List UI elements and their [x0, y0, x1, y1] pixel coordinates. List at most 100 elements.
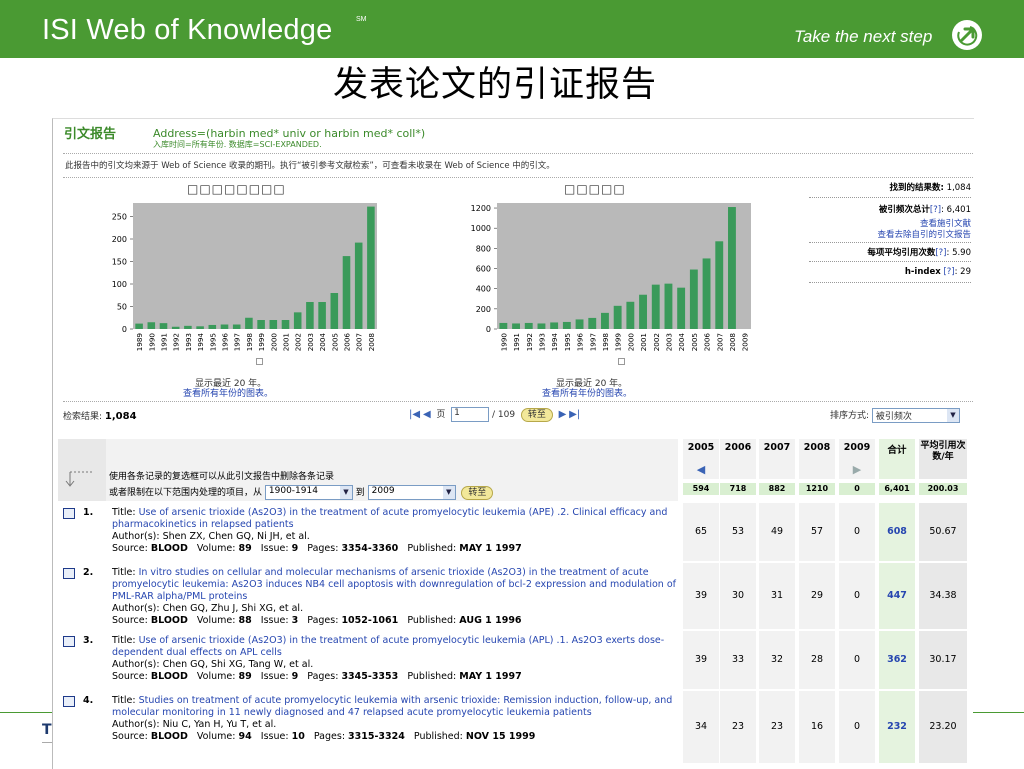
record-checkbox[interactable]	[63, 696, 75, 707]
record-number: 4.	[83, 695, 94, 706]
year-citation-count: 31	[770, 590, 784, 601]
record-checkbox[interactable]	[63, 636, 75, 647]
avg-col-header: 平均引用次数/年	[920, 441, 966, 462]
bar	[269, 320, 278, 329]
view-excl-self-link[interactable]: 查看去除自引的引文报告	[877, 228, 971, 240]
year-citation-count: 30	[731, 590, 745, 601]
source-field-value: BLOOD	[150, 731, 188, 742]
record-avg-citations: 50.67	[929, 526, 957, 537]
help-link[interactable]: [?]	[930, 205, 941, 215]
chevron-down-icon: ▼	[442, 486, 455, 499]
bar	[245, 317, 253, 329]
next-years-icon[interactable]: ▶	[839, 463, 875, 476]
record-avg-citations: 30.17	[929, 654, 957, 665]
record-total-citations[interactable]: 608	[879, 526, 915, 537]
x-tick-label: 2006	[703, 333, 712, 352]
source-field-label: Source:	[112, 543, 151, 554]
first-page-icon[interactable]: |◀	[409, 409, 420, 420]
year-citation-count: 39	[694, 590, 708, 601]
source-field-value: BLOOD	[150, 671, 188, 682]
bar	[354, 242, 363, 329]
tagline: Take the next step	[794, 27, 933, 46]
next-page-icon[interactable]: ▶	[559, 409, 567, 420]
source-field-label: Pages:	[298, 671, 342, 682]
from-year-select[interactable]: 1900-1914 ▼	[264, 485, 353, 500]
right-show-all-link[interactable]: 查看所有年份的图表。	[542, 386, 632, 399]
x-tick-label: 1989	[135, 333, 144, 352]
table-header-range: 或者限制在以下范围内处理的项目，从 1900-1914 ▼ 到 2009 ▼ 转至	[109, 485, 494, 500]
bar	[664, 283, 673, 329]
source-field-label: Pages:	[298, 543, 342, 554]
bar	[171, 326, 180, 329]
year-citation-count: 39	[694, 654, 708, 665]
last-page-icon[interactable]: ▶|	[569, 409, 580, 420]
chevron-down-icon: ▼	[946, 409, 959, 422]
record-number: 3.	[83, 635, 94, 646]
record-source: Source: BLOOD Volume: 88 Issue: 3 Pages:…	[112, 615, 682, 627]
chart-checkbox[interactable]	[618, 358, 625, 365]
help-link[interactable]: [?]	[943, 267, 954, 277]
published-items-chart: 0501001502002501989 1990 1991 1992 1993 1994 1…	[112, 203, 377, 352]
prev-page-icon[interactable]: ◀	[423, 409, 431, 420]
bar	[588, 317, 597, 329]
column-total: 594	[683, 483, 719, 495]
left-chart-title: □□□□□□□□	[187, 182, 286, 196]
search-results-count: 检索结果: 1,084	[63, 409, 137, 422]
prev-years-icon[interactable]: ◀	[683, 463, 719, 476]
year-citation-count: 0	[853, 654, 861, 665]
source-field-value: AUG 1 1996	[459, 615, 522, 626]
x-tick-label: 2002	[652, 333, 661, 351]
source-field-label: Published:	[404, 731, 466, 742]
to-year-select[interactable]: 2009 ▼	[367, 485, 456, 500]
bar	[613, 305, 622, 329]
source-field-value: BLOOD	[150, 615, 188, 626]
record-title-link[interactable]: Use of arsenic trioxide (As2O3) in the t…	[112, 635, 664, 658]
go-button[interactable]: 转至	[520, 408, 553, 422]
year-col-header-2006[interactable]: 2006	[720, 442, 756, 453]
record-total-citations[interactable]: 232	[879, 721, 915, 732]
y-tick-label: 800	[476, 244, 491, 253]
results-found: 找到的结果数: 1,084	[890, 181, 971, 193]
bar	[702, 258, 711, 329]
record-checkbox[interactable]	[63, 508, 75, 519]
record-title-link[interactable]: In vitro studies on cellular and molecul…	[112, 567, 676, 602]
record-body: Title: Use of arsenic trioxide (As2O3) i…	[112, 635, 682, 683]
avg-citations-value: 5.90	[952, 248, 971, 258]
left-show-all-link[interactable]: 查看所有年份的图表。	[183, 386, 273, 399]
year-citation-count: 0	[853, 526, 861, 537]
source-field-label: Published:	[398, 543, 460, 554]
record-total-citations[interactable]: 447	[879, 590, 915, 601]
source-field-label: Published:	[398, 671, 460, 682]
chart-checkbox[interactable]	[256, 358, 263, 365]
trademark: SM	[356, 16, 367, 23]
sort-select[interactable]: 被引频次 ▼	[871, 408, 960, 423]
record-source: Source: BLOOD Volume: 94 Issue: 10 Pages…	[112, 731, 682, 743]
year-col-header-2009[interactable]: 2009	[839, 442, 875, 453]
range-go-button[interactable]: 转至	[461, 486, 494, 500]
column-total: 0	[839, 483, 875, 495]
record-title-link[interactable]: Use of arsenic trioxide (As2O3) in the t…	[112, 507, 667, 530]
y-tick-label: 100	[112, 280, 127, 289]
bar	[728, 207, 736, 329]
year-col-header-2007[interactable]: 2007	[759, 442, 795, 453]
footer-rule	[0, 712, 52, 713]
x-tick-label: 1997	[233, 333, 242, 351]
x-tick-label: 1994	[196, 333, 205, 352]
source-field-value: NOV 15 1999	[465, 731, 536, 742]
record-title-link[interactable]: Studies on treatment of acute promyelocy…	[112, 695, 672, 718]
page-input[interactable]: 1	[451, 407, 490, 422]
y-tick-label: 150	[112, 258, 127, 267]
x-tick-label: 2001	[639, 333, 648, 351]
help-link[interactable]: [?]	[935, 248, 946, 258]
record-body: Title: In vitro studies on cellular and …	[112, 567, 682, 627]
record-checkbox[interactable]	[63, 568, 75, 579]
y-tick-label: 200	[476, 305, 491, 314]
year-col-header-2005[interactable]: 2005	[683, 442, 719, 453]
record-total-citations[interactable]: 362	[879, 654, 915, 665]
source-field-label: Published:	[398, 615, 460, 626]
year-col-header-2008[interactable]: 2008	[799, 442, 835, 453]
times-cited-value: 6,401	[946, 205, 971, 215]
results-count: 1,084	[104, 411, 137, 422]
to-year-value: 2009	[371, 486, 395, 496]
bar	[147, 322, 156, 329]
